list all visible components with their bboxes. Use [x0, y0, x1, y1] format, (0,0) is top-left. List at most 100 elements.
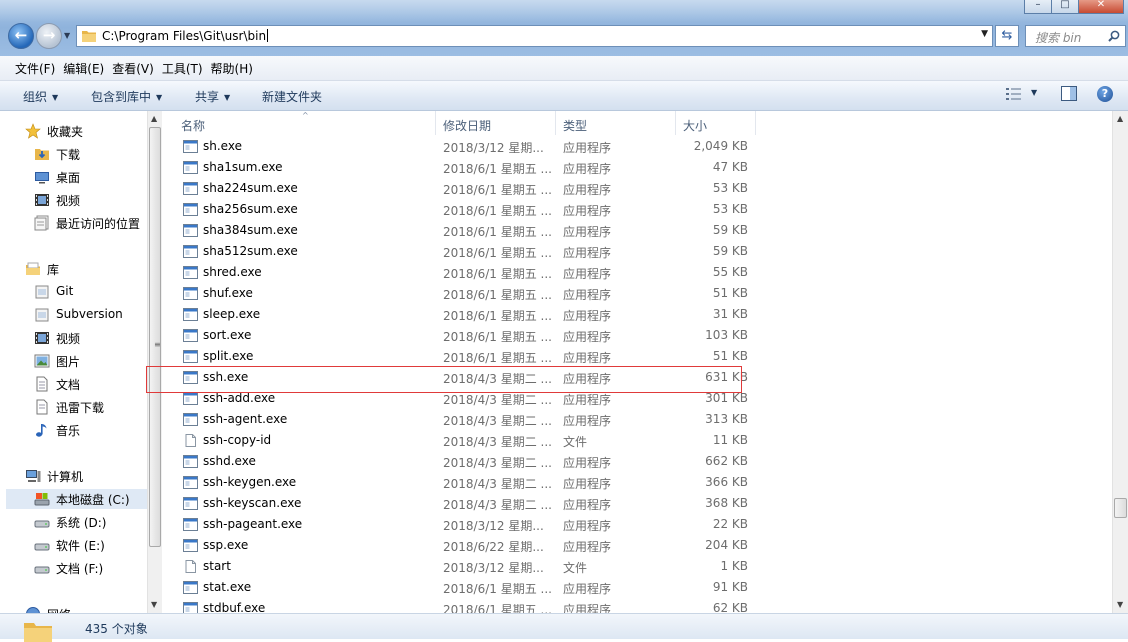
refresh-button[interactable]: ⇆ — [995, 25, 1019, 47]
file-size: 55 KB — [712, 265, 748, 279]
navigation-scrollbar[interactable]: ▲ ≡ ▼ — [147, 111, 162, 613]
nav-drive-c[interactable]: 本地磁盘 (C:) — [6, 489, 147, 509]
scroll-down-icon[interactable]: ▼ — [151, 600, 157, 609]
file-row[interactable]: sh.exe 2018/3/12 星期... 应用程序 2,049 KB — [162, 136, 1112, 157]
drive-icon — [34, 520, 50, 528]
include-in-library-button[interactable]: 包含到库中 ▼ — [91, 88, 162, 105]
file-row[interactable]: ssh-pageant.exe 2018/3/12 星期... 应用程序 22 KB — [162, 514, 1112, 535]
file-row[interactable]: ssp.exe 2018/6/22 星期... 应用程序 204 KB — [162, 535, 1112, 556]
address-dropdown-icon[interactable]: ▼ — [981, 29, 988, 39]
column-header-type[interactable]: 类型 — [556, 111, 676, 135]
file-name: sha512sum.exe — [203, 244, 298, 258]
file-type: 应用程序 — [563, 204, 612, 218]
file-size: 103 KB — [705, 328, 748, 342]
file-row[interactable]: ssh-agent.exe 2018/4/3 星期二 ... 应用程序 313 KB — [162, 409, 1112, 430]
forward-button[interactable]: → — [36, 23, 62, 49]
file-row[interactable]: sha512sum.exe 2018/6/1 星期五 ... 应用程序 59 KB — [162, 241, 1112, 262]
file-modified-date: 2018/4/3 星期二 ... — [443, 372, 552, 386]
file-row[interactable]: stdbuf.exe 2018/6/1 星期五 ... 应用程序 62 KB — [162, 598, 1112, 613]
search-placeholder: 搜索 bin — [1035, 31, 1082, 45]
file-row[interactable]: shred.exe 2018/6/1 星期五 ... 应用程序 55 KB — [162, 262, 1112, 283]
view-dropdown-icon[interactable]: ▼ — [1031, 88, 1037, 97]
file-modified-date: 2018/6/1 星期五 ... — [443, 330, 552, 344]
menu-edit[interactable]: 编辑(E) — [62, 56, 111, 80]
menu-view[interactable]: 查看(V) — [111, 56, 161, 80]
application-icon — [183, 224, 198, 237]
scroll-up-icon[interactable]: ▲ — [1117, 114, 1123, 123]
file-row[interactable]: start 2018/3/12 星期... 文件 1 KB — [162, 556, 1112, 577]
drive-icon — [34, 566, 50, 574]
file-size: 47 KB — [712, 160, 748, 174]
file-modified-date: 2018/3/12 星期... — [443, 561, 544, 575]
file-row[interactable]: shuf.exe 2018/6/1 星期五 ... 应用程序 51 KB — [162, 283, 1112, 304]
file-row[interactable]: ssh-add.exe 2018/4/3 星期二 ... 应用程序 301 KB — [162, 388, 1112, 409]
file-modified-date: 2018/6/1 星期五 ... — [443, 603, 552, 613]
application-icon — [183, 287, 198, 300]
navigation-scroll-thumb[interactable]: ≡ — [149, 127, 161, 547]
file-name: ssp.exe — [203, 538, 249, 552]
scroll-down-icon[interactable]: ▼ — [1117, 600, 1123, 609]
recent-pages-dropdown[interactable]: ▼ — [64, 31, 70, 40]
file-size: 313 KB — [705, 412, 748, 426]
search-input[interactable]: 搜索 bin — [1025, 25, 1126, 47]
file-type: 应用程序 — [563, 603, 612, 613]
file-row[interactable]: sha384sum.exe 2018/6/1 星期五 ... 应用程序 59 KB — [162, 220, 1112, 241]
file-row[interactable]: stat.exe 2018/6/1 星期五 ... 应用程序 91 KB — [162, 577, 1112, 598]
share-button[interactable]: 共享 ▼ — [195, 88, 230, 105]
application-icon — [183, 245, 198, 258]
file-row[interactable]: sha1sum.exe 2018/6/1 星期五 ... 应用程序 47 KB — [162, 157, 1112, 178]
application-icon — [183, 308, 198, 321]
file-type: 应用程序 — [563, 414, 612, 428]
menu-tools[interactable]: 工具(T) — [161, 56, 210, 80]
network-icon — [26, 607, 40, 613]
file-row[interactable]: ssh-keygen.exe 2018/4/3 星期二 ... 应用程序 366 KB — [162, 472, 1112, 493]
new-folder-button[interactable]: 新建文件夹 — [262, 88, 322, 105]
file-size: 59 KB — [712, 244, 748, 258]
scroll-up-icon[interactable]: ▲ — [151, 114, 157, 123]
file-row[interactable]: ssh-keyscan.exe 2018/4/3 星期二 ... 应用程序 368 K… — [162, 493, 1112, 514]
application-icon — [183, 329, 198, 342]
close-button[interactable]: ✕ — [1078, 0, 1124, 14]
file-size: 204 KB — [705, 538, 748, 552]
file-list-scroll-thumb[interactable] — [1114, 498, 1127, 518]
file-row[interactable]: sha256sum.exe 2018/6/1 星期五 ... 应用程序 53 KB — [162, 199, 1112, 220]
file-row[interactable]: sshd.exe 2018/4/3 星期二 ... 应用程序 662 KB — [162, 451, 1112, 472]
file-modified-date: 2018/6/1 星期五 ... — [443, 225, 552, 239]
column-header-name[interactable]: 名称 — [162, 111, 436, 135]
file-modified-date: 2018/6/1 星期五 ... — [443, 288, 552, 302]
application-icon — [183, 392, 198, 405]
file-row[interactable]: ssh.exe 2018/4/3 星期二 ... 应用程序 631 KB — [162, 367, 1112, 388]
file-name: sh.exe — [203, 139, 242, 153]
file-row[interactable]: split.exe 2018/6/1 星期五 ... 应用程序 51 KB — [162, 346, 1112, 367]
minimize-button[interactable]: – — [1024, 0, 1052, 14]
file-list-scrollbar[interactable]: ▲ ▼ — [1112, 111, 1128, 613]
search-icon[interactable] — [1108, 30, 1120, 42]
back-button[interactable]: ← — [8, 23, 34, 49]
application-icon — [183, 518, 198, 531]
navigation-pane: 收藏夹 下载 桌面 视频 最近访问的位置 库 Git Subversion 视频… — [0, 111, 147, 613]
application-icon — [183, 161, 198, 174]
file-name: ssh-keygen.exe — [203, 475, 297, 489]
file-row[interactable]: sha224sum.exe 2018/6/1 星期五 ... 应用程序 53 KB — [162, 178, 1112, 199]
file-row[interactable]: sleep.exe 2018/6/1 星期五 ... 应用程序 31 KB — [162, 304, 1112, 325]
address-bar[interactable]: C:\Program Files\Git\usr\bin ▼ — [76, 25, 993, 47]
column-header-date[interactable]: 修改日期 — [436, 111, 556, 135]
file-modified-date: 2018/6/1 星期五 ... — [443, 582, 552, 596]
folder-icon — [82, 31, 96, 42]
application-icon — [183, 581, 198, 594]
file-row[interactable]: sort.exe 2018/6/1 星期五 ... 应用程序 103 KB — [162, 325, 1112, 346]
preview-pane-icon[interactable] — [1061, 86, 1077, 101]
maximize-button[interactable]: □ — [1051, 0, 1079, 14]
organize-button[interactable]: 组织 ▼ — [23, 88, 58, 105]
menu-help[interactable]: 帮助(H) — [210, 56, 260, 80]
help-icon[interactable]: ? — [1097, 86, 1113, 102]
file-row[interactable]: ssh-copy-id 2018/4/3 星期二 ... 文件 11 KB — [162, 430, 1112, 451]
column-header-size[interactable]: 大小 — [676, 111, 756, 135]
xunlei-library-icon — [36, 399, 48, 415]
file-name: ssh-keyscan.exe — [203, 496, 302, 510]
file-name: ssh.exe — [203, 370, 249, 384]
menu-file[interactable]: 文件(F) — [0, 56, 62, 80]
view-options-icon[interactable] — [1006, 87, 1022, 101]
application-icon — [183, 350, 198, 363]
file-type: 应用程序 — [563, 309, 612, 323]
